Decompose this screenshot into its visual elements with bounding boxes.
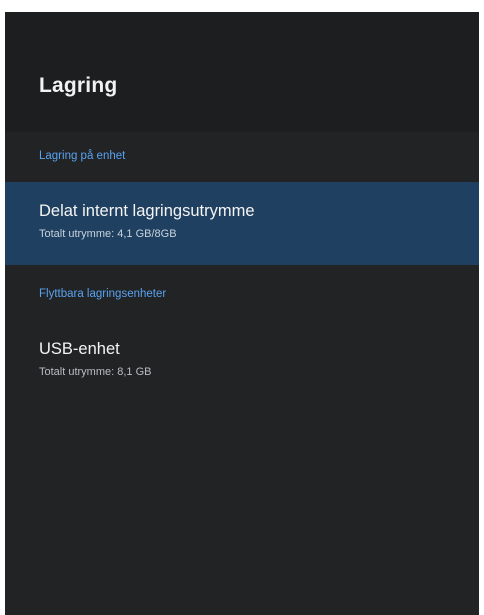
- list-item-usb-drive[interactable]: USB-enhet Totalt utrymme: 8,1 GB: [5, 324, 479, 394]
- section-header-removable-storage: Flyttbara lagringsenheter: [39, 288, 167, 300]
- list-item-subtitle: Totalt utrymme: 8,1 GB: [39, 366, 152, 378]
- page-title: Lagring: [39, 74, 118, 97]
- page-header: Lagring: [5, 12, 479, 132]
- storage-settings-panel: Lagring Lagring på enhet Delat internt l…: [5, 12, 479, 615]
- list-item-title: Delat internt lagringsutrymme: [39, 202, 255, 220]
- section-header-device-storage: Lagring på enhet: [39, 150, 126, 162]
- list-item-shared-internal-storage[interactable]: Delat internt lagringsutrymme Totalt utr…: [5, 182, 479, 265]
- list-item-title: USB-enhet: [39, 340, 120, 358]
- list-item-subtitle: Totalt utrymme: 4,1 GB/8GB: [39, 228, 177, 240]
